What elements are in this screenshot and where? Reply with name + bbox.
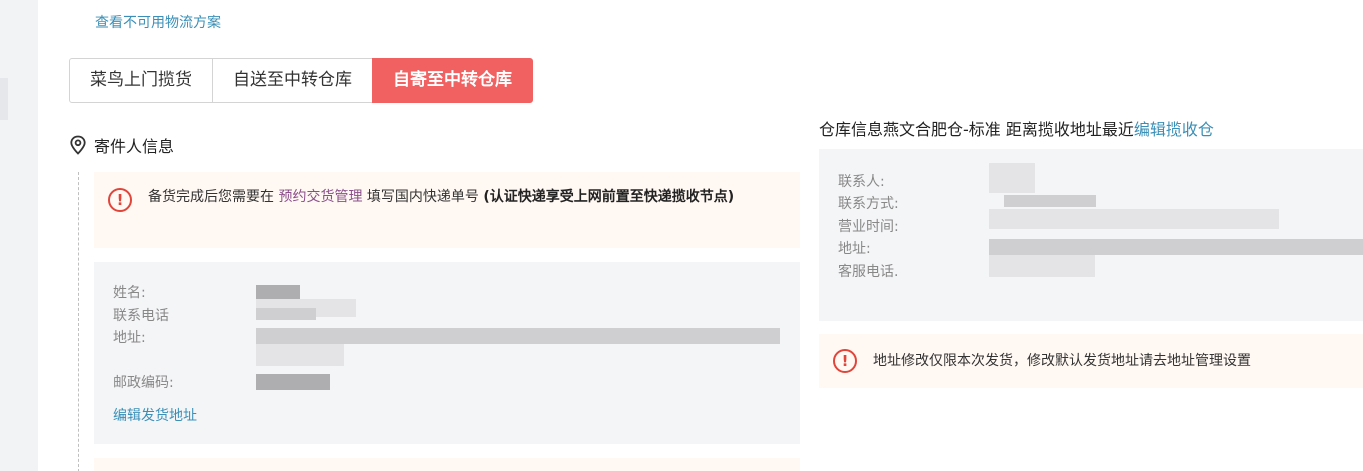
left-rail-notch (0, 78, 8, 120)
sender-info-label: 寄件人信息 (94, 137, 175, 156)
timeline-dashed-line (78, 172, 79, 471)
warehouse-info-title: 仓库信息燕文合肥仓-标准 距离揽收地址最近编辑揽收仓 (819, 116, 1214, 140)
address-notice: ! 地址修改仅限本次发货，修改默认发货地址请去地址管理设置 (819, 334, 1363, 388)
name-value-redacted (256, 285, 300, 299)
sender-notice-text: 备货完成后您需要在 预约交货管理 填写国内快递单号 (认证快递享受上网前置至快递… (148, 185, 768, 209)
exclamation-circle-icon: ! (108, 188, 132, 212)
service-phone-label: 客服电话. (838, 264, 899, 280)
address-label: 地址: (113, 330, 146, 346)
tab-cainiao-pickup[interactable]: 菜鸟上门揽货 (69, 58, 213, 103)
sender-info-title: 寄件人信息 (69, 133, 174, 157)
method-value-redacted (1004, 195, 1096, 207)
address-notice-text: 地址修改仅限本次发货，修改默认发货地址请去地址管理设置 (873, 353, 1251, 369)
tab-self-mail[interactable]: 自寄至中转仓库 (372, 58, 533, 103)
exclamation-circle-icon: ! (833, 349, 857, 373)
unavailable-logistics-link[interactable]: 查看不可用物流方案 (95, 12, 221, 32)
contact-method-label: 联系方式: (838, 196, 899, 212)
contact-value-redacted (989, 163, 1035, 193)
tab-self-deliver[interactable]: 自送至中转仓库 (212, 58, 373, 103)
hours-value-redacted (989, 209, 1279, 229)
warehouse-info-panel: 联系人: 联系方式: 营业时间: 地址: 客服电话. (819, 149, 1363, 321)
appointment-delivery-link[interactable]: 预约交货管理 (278, 189, 362, 205)
notice-middle: 填写国内快递单号 (366, 189, 479, 205)
next-notice-strip (94, 458, 800, 471)
business-hours-label: 营业时间: (838, 219, 899, 235)
address-value-redacted (256, 328, 780, 344)
pickup-method-tabs: 菜鸟上门揽货 自送至中转仓库 自寄至中转仓库 (69, 58, 533, 103)
left-rail (0, 0, 38, 471)
address-value-redacted-2 (256, 344, 344, 366)
name-label: 姓名: (113, 285, 146, 301)
location-pin-icon (70, 135, 86, 155)
phone-label: 联系电话 (113, 308, 169, 324)
warehouse-title-text: 仓库信息燕文合肥仓-标准 距离揽收地址最近 (819, 120, 1134, 139)
sender-notice: ! 备货完成后您需要在 预约交货管理 填写国内快递单号 (认证快递享受上网前置至… (94, 172, 800, 248)
postcode-label: 邮政编码: (113, 375, 174, 391)
notice-prefix: 备货完成后您需要在 (148, 189, 274, 205)
notice-bold: (认证快递享受上网前置至快递揽收节点) (483, 189, 735, 205)
warehouse-address-label: 地址: (838, 241, 871, 257)
edit-warehouse-link[interactable]: 编辑揽收仓 (1134, 120, 1214, 139)
sender-info-panel: 姓名: 联系电话 地址: 邮政编码: 编辑发货地址 (94, 262, 800, 444)
phone-value-redacted-2 (256, 308, 316, 320)
edit-sender-address-link[interactable]: 编辑发货地址 (113, 405, 197, 425)
contact-label: 联系人: (838, 174, 885, 190)
service-phone-redacted (989, 255, 1095, 277)
warehouse-address-redacted (989, 239, 1363, 255)
postcode-value-redacted (256, 374, 330, 390)
